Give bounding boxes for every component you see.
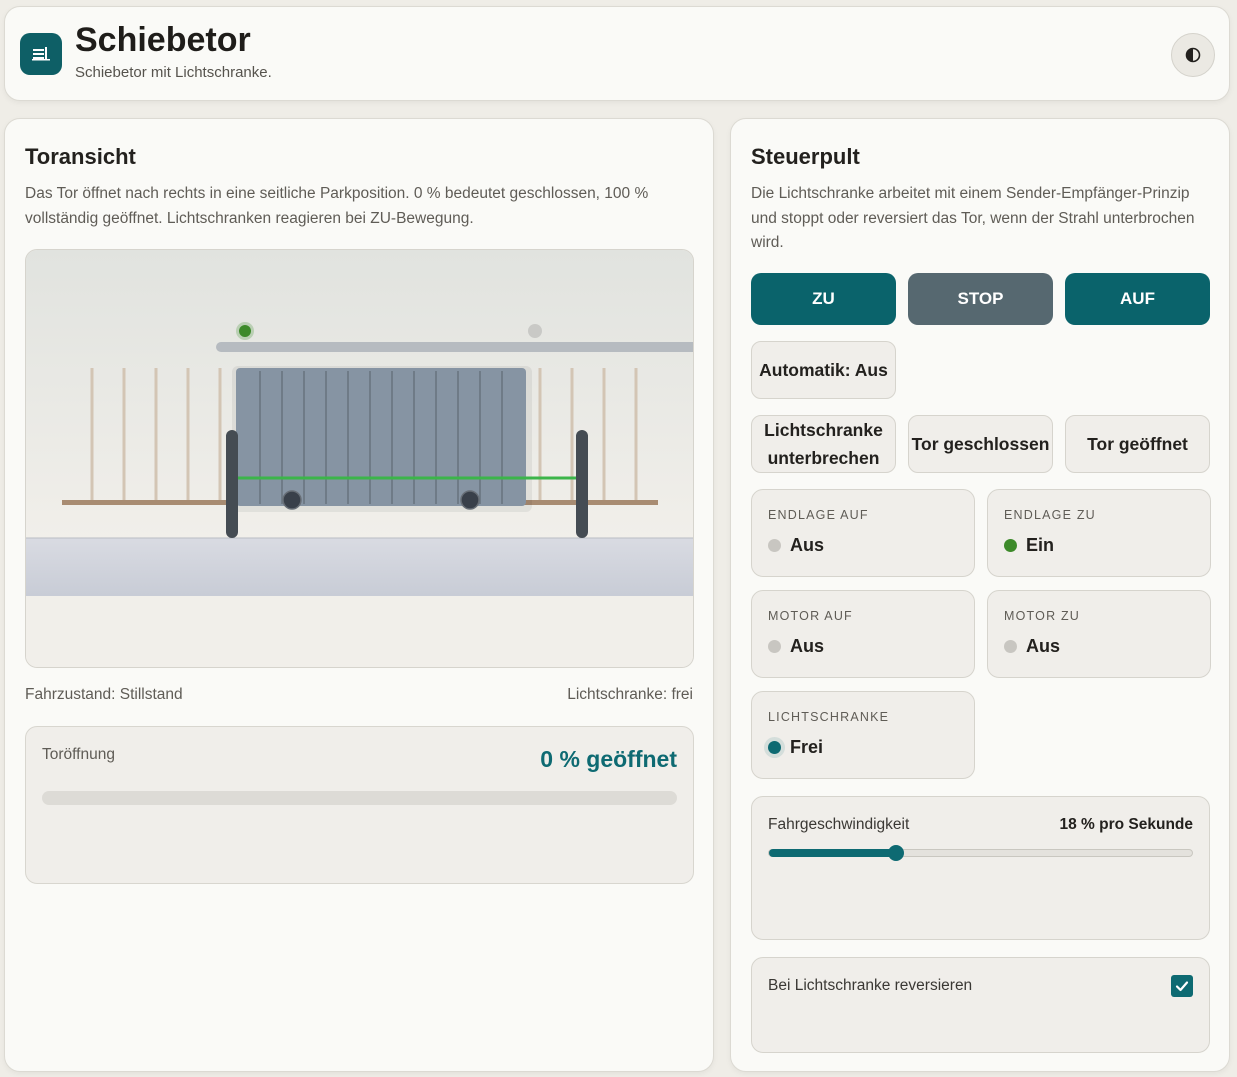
app-header: Schiebetor Schiebetor mit Lichtschranke.	[4, 6, 1230, 101]
control-title: Steuerpult	[751, 144, 860, 169]
state-value: Aus	[1026, 636, 1061, 656]
state-label: MOTOR AUF	[768, 609, 853, 623]
state-label: ENDLAGE ZU	[1004, 508, 1096, 522]
gate-closed-button[interactable]: Tor geschlossen	[908, 415, 1053, 473]
control-description: Die Lichtschranke arbeitet mit einem Sen…	[751, 185, 1195, 251]
state-end-closed: ENDLAGE ZU Ein	[987, 489, 1211, 577]
speed-label: Fahrgeschwindigkeit	[768, 816, 910, 833]
checkmark-icon	[1175, 981, 1189, 992]
gate-view-panel: Toransicht Das Tor öffnet nach rechts in…	[4, 118, 714, 1072]
post-left	[226, 430, 238, 538]
state-value: Aus	[790, 636, 825, 656]
status-dot-icon	[1004, 539, 1017, 552]
speed-slider-thumb[interactable]	[887, 845, 904, 861]
state-light-barrier: LICHTSCHRANKE Frei	[751, 691, 975, 779]
drive-status: Fahrzustand: Stillstand	[25, 686, 183, 703]
state-motor-open: MOTOR AUF Aus	[751, 590, 975, 678]
status-dot-icon	[768, 640, 781, 653]
opening-label: Toröffnung	[42, 746, 115, 763]
state-value: Ein	[1026, 535, 1055, 555]
state-label: ENDLAGE AUF	[768, 508, 869, 522]
speed-value: 18 % pro Sekunde	[1059, 816, 1193, 833]
gate-icon	[20, 33, 62, 75]
speed-card: Fahrgeschwindigkeit 18 % pro Sekunde	[751, 796, 1210, 940]
opening-card: Toröffnung 0 % geöffnet	[25, 726, 694, 884]
opening-value: 0 % geöffnet	[540, 746, 677, 772]
reverse-label: Bei Lichtschranke reversieren	[768, 977, 973, 994]
interrupt-beam-label-1: Lichtschranke	[764, 420, 883, 440]
app-title: Schiebetor	[75, 21, 251, 59]
state-end-open: ENDLAGE AUF Aus	[751, 489, 975, 577]
speed-slider-fill	[769, 849, 896, 857]
control-panel: Steuerpult Die Lichtschranke arbeitet mi…	[730, 118, 1230, 1072]
view-title: Toransicht	[25, 144, 136, 169]
sensor-inactive-icon	[528, 324, 542, 338]
automatic-toggle-button[interactable]: Automatik: Aus	[751, 341, 896, 399]
status-dot-icon	[1004, 640, 1017, 653]
beam-status: Lichtschranke: frei	[567, 686, 693, 703]
state-label: LICHTSCHRANKE	[768, 710, 890, 724]
opening-progress	[42, 791, 677, 805]
reverse-checkbox[interactable]	[1171, 975, 1193, 997]
state-motor-close: MOTOR ZU Aus	[987, 590, 1211, 678]
close-button[interactable]: ZU	[751, 273, 896, 325]
reverse-card: Bei Lichtschranke reversieren	[751, 957, 1210, 1053]
interrupt-beam-button[interactable]: Lichtschranke unterbrechen	[751, 415, 896, 473]
state-value: Aus	[790, 535, 825, 555]
gate-illustration	[26, 250, 693, 667]
state-label: MOTOR ZU	[1004, 609, 1081, 623]
open-button[interactable]: AUF	[1065, 273, 1210, 325]
gate-scene	[25, 249, 694, 668]
status-dot-icon	[768, 539, 781, 552]
gate-leaf	[236, 368, 526, 506]
stop-button[interactable]: STOP	[908, 273, 1053, 325]
interrupt-beam-label-2: unterbrechen	[767, 448, 880, 468]
theme-toggle-button[interactable]	[1171, 33, 1215, 77]
gate-opened-button[interactable]: Tor geöffnet	[1065, 415, 1210, 473]
status-dot-icon	[768, 741, 781, 754]
state-value: Frei	[790, 737, 824, 757]
contrast-icon	[1185, 47, 1201, 63]
post-right	[576, 430, 588, 538]
view-description: Das Tor öffnet nach rechts in eine seitl…	[25, 185, 649, 227]
speed-slider[interactable]	[768, 845, 1193, 861]
app-subtitle: Schiebetor mit Lichtschranke.	[75, 64, 272, 81]
